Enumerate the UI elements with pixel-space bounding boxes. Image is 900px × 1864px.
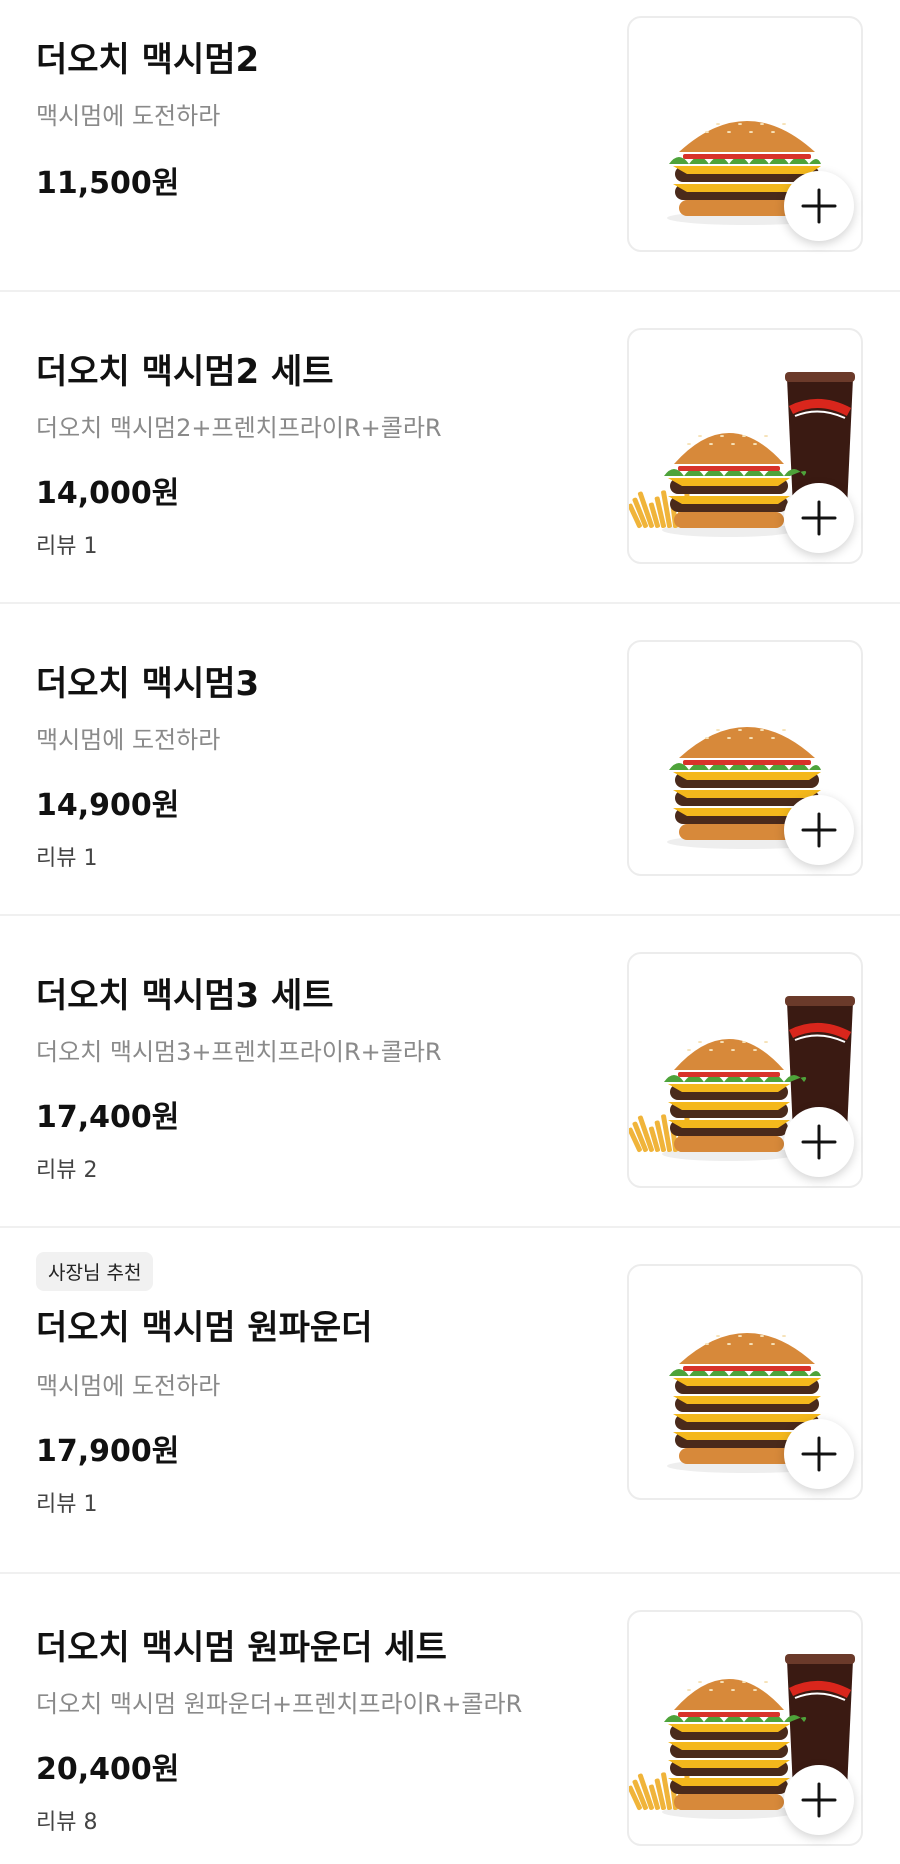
plus-icon: [801, 1124, 837, 1160]
menu-item-info: 더오치 맥시멈3 세트더오치 맥시멈3+프렌치프라이R+콜라R 17,400원리뷰…: [36, 916, 600, 1226]
menu-name: 더오치 맥시멈3 세트: [36, 976, 334, 1016]
menu-name: 더오치 맥시멈 원파운더 세트: [36, 1628, 447, 1668]
menu-item-info: 더오치 맥시멈3 맥시멈에 도전하라 14,900원리뷰 1: [36, 604, 600, 914]
menu-description: 더오치 맥시멈2+프렌치프라이R+콜라R: [36, 414, 442, 442]
menu-thumbnail[interactable]: [627, 640, 863, 876]
menu-thumbnail[interactable]: [627, 16, 863, 252]
add-to-cart-button[interactable]: [784, 795, 854, 865]
menu-item-info: 더오치 맥시멈2 세트더오치 맥시멈2+프렌치프라이R+콜라R 14,000원리뷰…: [36, 292, 600, 602]
menu-thumbnail[interactable]: [627, 328, 863, 564]
review-count: 리뷰 1: [36, 534, 98, 559]
menu-price: 17,400원: [36, 1100, 180, 1135]
menu-item[interactable]: 더오치 맥시멈2 세트더오치 맥시멈2+프렌치프라이R+콜라R 14,000원리뷰…: [0, 292, 900, 604]
menu-item-info: 더오치 맥시멈 원파운더 세트더오치 맥시멈 원파운더+프렌치프라이R+콜라R 2…: [36, 1574, 600, 1864]
recommend-badge: 사장님 추천: [36, 1252, 154, 1291]
menu-item[interactable]: 더오치 맥시멈2 맥시멈에 도전하라 11,500원: [0, 0, 900, 292]
menu-item[interactable]: 더오치 맥시멈3 맥시멈에 도전하라 14,900원리뷰 1: [0, 604, 900, 916]
plus-icon: [801, 188, 837, 224]
menu-name: 더오치 맥시멈 원파운더: [36, 1308, 373, 1348]
menu-price: 14,900원: [36, 788, 180, 823]
plus-icon: [801, 1436, 837, 1472]
menu-thumbnail[interactable]: [627, 1610, 863, 1846]
add-to-cart-button[interactable]: [784, 1419, 854, 1489]
menu-thumbnail[interactable]: [627, 952, 863, 1188]
menu-name: 더오치 맥시멈2: [36, 40, 260, 80]
menu-item[interactable]: 사장님 추천더오치 맥시멈 원파운더맥시멈에 도전하라 17,900원리뷰 1: [0, 1228, 900, 1574]
menu-item[interactable]: 더오치 맥시멈3 세트더오치 맥시멈3+프렌치프라이R+콜라R 17,400원리뷰…: [0, 916, 900, 1228]
menu-description: 맥시멈에 도전하라: [36, 726, 221, 754]
plus-icon: [801, 1782, 837, 1818]
add-to-cart-button[interactable]: [784, 483, 854, 553]
menu-price: 17,900원: [36, 1434, 180, 1469]
plus-icon: [801, 500, 837, 536]
add-to-cart-button[interactable]: [784, 171, 854, 241]
menu-name: 더오치 맥시멈3: [36, 664, 260, 704]
menu-description: 맥시멈에 도전하라: [36, 1372, 221, 1400]
menu-item-info: 더오치 맥시멈2 맥시멈에 도전하라 11,500원: [36, 0, 600, 290]
menu-price: 11,500원: [36, 166, 180, 201]
add-to-cart-button[interactable]: [784, 1765, 854, 1835]
menu-description: 더오치 맥시멈 원파운더+프렌치프라이R+콜라R: [36, 1690, 523, 1718]
plus-icon: [801, 812, 837, 848]
menu-item[interactable]: 더오치 맥시멈 원파운더 세트더오치 맥시멈 원파운더+프렌치프라이R+콜라R 2…: [0, 1574, 900, 1864]
menu-thumbnail[interactable]: [627, 1264, 863, 1500]
menu-name: 더오치 맥시멈2 세트: [36, 352, 334, 392]
menu-price: 14,000원: [36, 476, 180, 511]
menu-description: 맥시멈에 도전하라: [36, 102, 221, 130]
menu-description: 더오치 맥시멈3+프렌치프라이R+콜라R: [36, 1038, 442, 1066]
menu-item-info: 사장님 추천더오치 맥시멈 원파운더맥시멈에 도전하라 17,900원리뷰 1: [36, 1228, 600, 1572]
menu-list: 더오치 맥시멈2 맥시멈에 도전하라 11,500원 더오치 맥시멈2 세트 더오치 맥…: [0, 0, 900, 1864]
menu-price: 20,400원: [36, 1752, 180, 1787]
add-to-cart-button[interactable]: [784, 1107, 854, 1177]
review-count: 리뷰 2: [36, 1158, 98, 1183]
review-count: 리뷰 1: [36, 1492, 98, 1517]
review-count: 리뷰 1: [36, 846, 98, 871]
review-count: 리뷰 8: [36, 1810, 98, 1835]
